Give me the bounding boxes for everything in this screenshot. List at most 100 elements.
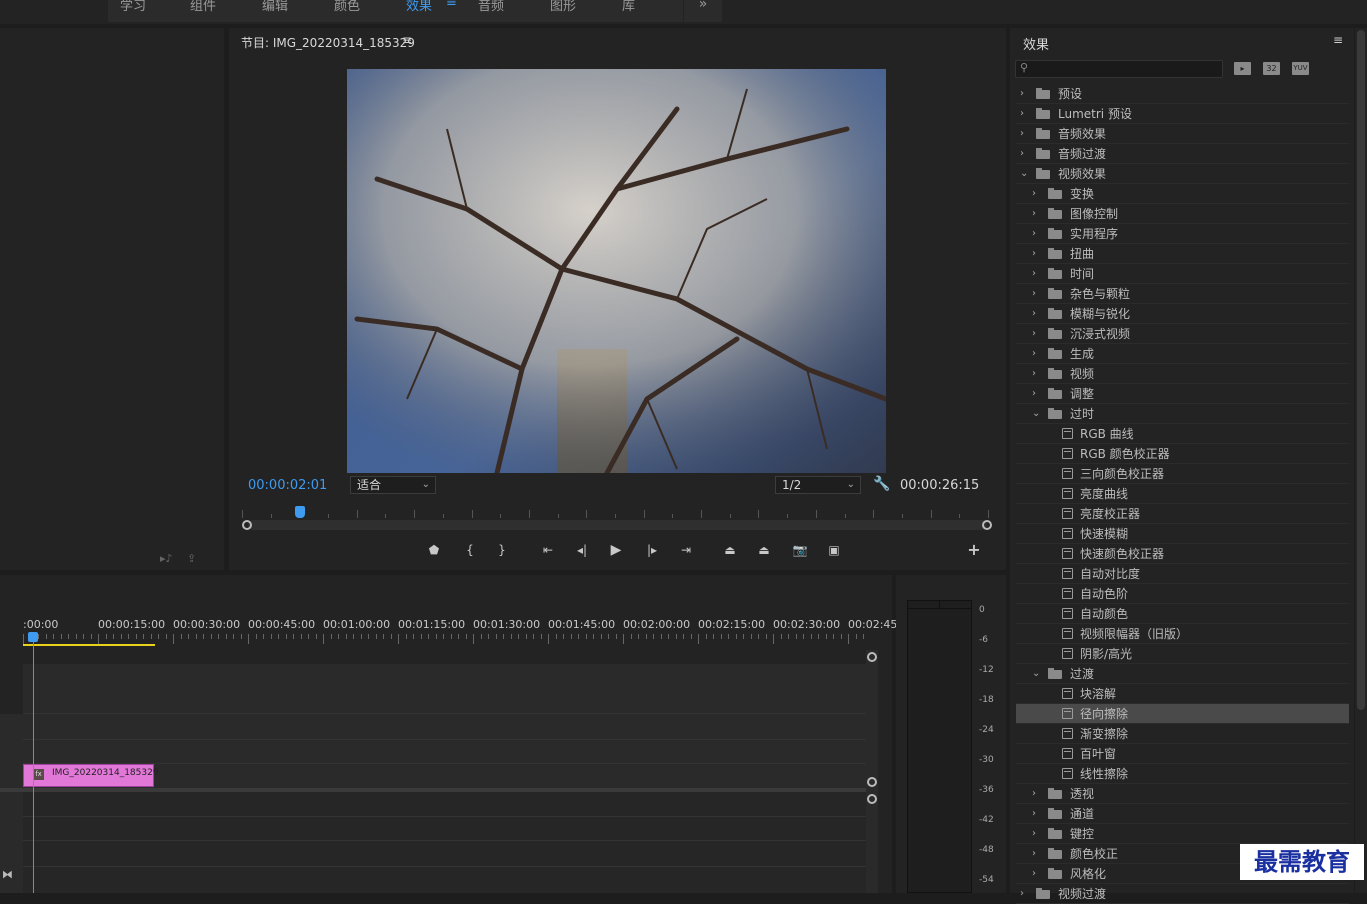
effects-tree-item[interactable]: 块溶解 <box>1016 684 1349 704</box>
mark-in-button[interactable]: { <box>458 540 482 560</box>
chevron-right-icon[interactable]: › <box>1032 244 1036 264</box>
lift-button[interactable]: ⏏ <box>718 540 742 560</box>
effects-panel-title[interactable]: 效果 <box>1023 34 1049 53</box>
effects-tree-item[interactable]: 快速模糊 <box>1016 524 1349 544</box>
effects-tree-item[interactable]: 亮度曲线 <box>1016 484 1349 504</box>
chevron-right-icon[interactable]: › <box>1032 344 1036 364</box>
audio-scroll-handle[interactable] <box>867 794 877 804</box>
monitor-playhead[interactable] <box>294 506 305 518</box>
work-area-bar[interactable] <box>23 644 155 646</box>
chevron-right-icon[interactable]: › <box>1032 864 1036 884</box>
chevron-right-icon[interactable]: › <box>1032 304 1036 324</box>
yuv-effects-icon[interactable]: YUV <box>1292 62 1309 75</box>
effects-scroll-thumb[interactable] <box>1357 30 1365 710</box>
chevron-right-icon[interactable]: › <box>1020 144 1024 164</box>
effects-tree-item[interactable]: 快速颜色校正器 <box>1016 544 1349 564</box>
effects-tree-item[interactable]: 径向擦除 <box>1016 704 1349 724</box>
zoom-toggle-icon[interactable]: ⧓ <box>2 868 13 881</box>
add-marker-button[interactable]: ⬟ <box>422 540 446 560</box>
workspace-tab[interactable]: 图形 <box>550 0 576 14</box>
timeline-scrollbar[interactable] <box>866 650 878 893</box>
export-icon[interactable]: ⇪ <box>187 552 196 565</box>
effects-tree-item[interactable]: 自动色阶 <box>1016 584 1349 604</box>
effects-tree-item[interactable]: › 沉浸式视频 <box>1016 324 1349 344</box>
accelerated-effects-icon[interactable]: ▸ <box>1234 62 1251 75</box>
wrench-icon[interactable]: 🔧 <box>873 476 890 492</box>
workspace-tab[interactable]: 组件 <box>190 0 216 14</box>
in-handle[interactable] <box>242 520 252 530</box>
resolution-select[interactable]: 1/2 ⌄ <box>775 476 861 494</box>
effects-tree-item[interactable]: › 扭曲 <box>1016 244 1349 264</box>
chevron-right-icon[interactable]: › <box>1020 124 1024 144</box>
out-handle[interactable] <box>982 520 992 530</box>
play-button[interactable]: ▶ <box>604 540 628 560</box>
chevron-right-icon[interactable]: › <box>1032 844 1036 864</box>
add-button[interactable]: + <box>962 540 986 560</box>
scrub-bar[interactable] <box>248 520 987 530</box>
chevron-right-icon[interactable]: › <box>1032 784 1036 804</box>
effects-tree-item[interactable]: 百叶窗 <box>1016 744 1349 764</box>
effects-tree-item[interactable]: 亮度校正器 <box>1016 504 1349 524</box>
fit-select[interactable]: 适合 ⌄ <box>350 476 436 494</box>
effects-tree-item[interactable]: › 变换 <box>1016 184 1349 204</box>
chevron-right-icon[interactable]: › <box>1032 804 1036 824</box>
effects-tree-item[interactable]: › 键控 <box>1016 824 1349 844</box>
chevron-right-icon[interactable]: › <box>1032 324 1036 344</box>
workspace-tab[interactable]: 编辑 <box>262 0 288 14</box>
effects-tree-item[interactable]: 线性擦除 <box>1016 764 1349 784</box>
chevron-right-icon[interactable]: › <box>1032 224 1036 244</box>
effects-tree-item[interactable]: › 调整 <box>1016 384 1349 404</box>
chevron-right-icon[interactable]: › <box>1032 824 1036 844</box>
effects-tree-item[interactable]: › 透视 <box>1016 784 1349 804</box>
effects-tree-item[interactable]: › 视频过渡 <box>1016 884 1349 904</box>
effects-tree-item[interactable]: 自动颜色 <box>1016 604 1349 624</box>
effects-tree-item[interactable]: › 图像控制 <box>1016 204 1349 224</box>
effects-tree-item[interactable]: › 模糊与锐化 <box>1016 304 1349 324</box>
comparison-view-button[interactable]: ▣ <box>822 540 846 560</box>
effects-tree-item[interactable]: › 时间 <box>1016 264 1349 284</box>
effects-tree-item[interactable]: › 生成 <box>1016 344 1349 364</box>
chevron-right-icon[interactable]: › <box>1020 104 1024 124</box>
go-to-out-button[interactable]: ⇥ <box>674 540 698 560</box>
current-timecode[interactable]: 00:00:02:01 <box>248 478 327 493</box>
effects-tree-item[interactable]: › 实用程序 <box>1016 224 1349 244</box>
effects-tree-item[interactable]: 自动对比度 <box>1016 564 1349 584</box>
panel-menu-icon[interactable]: ≡ <box>1333 33 1343 47</box>
scroll-handle-bottom[interactable] <box>867 777 877 787</box>
chevron-down-icon[interactable]: ⌄ <box>1032 664 1040 684</box>
chevron-right-icon[interactable]: › <box>1032 184 1036 204</box>
chevron-right-icon[interactable]: › <box>1032 284 1036 304</box>
chevron-right-icon[interactable]: › <box>1020 884 1024 904</box>
chevron-right-icon[interactable]: › <box>1032 384 1036 404</box>
timeline-clip[interactable]: fx IMG_20220314_185329. <box>23 764 161 787</box>
panel-menu-icon[interactable]: ≡ <box>402 33 412 47</box>
workspace-tab[interactable]: 学习 <box>120 0 146 14</box>
effects-tree-item[interactable]: ⌄ 过时 <box>1016 404 1349 424</box>
timeline-playhead[interactable] <box>28 632 38 642</box>
scroll-handle-top[interactable] <box>867 652 877 662</box>
chevron-right-icon[interactable]: › <box>1020 84 1024 104</box>
effects-scrollbar[interactable] <box>1355 28 1367 893</box>
effects-tree-item[interactable]: › 音频过渡 <box>1016 144 1349 164</box>
effects-tree-item[interactable]: › 音频效果 <box>1016 124 1349 144</box>
effects-tree-item[interactable]: ⌄ 视频效果 <box>1016 164 1349 184</box>
effects-tree-item[interactable]: RGB 颜色校正器 <box>1016 444 1349 464</box>
mark-out-button[interactable]: } <box>490 540 514 560</box>
go-to-in-button[interactable]: ⇤ <box>536 540 560 560</box>
step-back-button[interactable]: ◂| <box>570 540 594 560</box>
effects-search-input[interactable]: ⚲ <box>1015 60 1223 78</box>
extract-button[interactable]: ⏏ <box>752 540 776 560</box>
step-forward-button[interactable]: |▸ <box>640 540 664 560</box>
workspace-tab[interactable]: 音频 <box>478 0 504 14</box>
32bit-effects-icon[interactable]: 32 <box>1263 62 1280 75</box>
effects-tree-item[interactable]: 三向颜色校正器 <box>1016 464 1349 484</box>
track-divider[interactable] <box>0 788 868 792</box>
workspace-tab[interactable]: 效果 <box>406 0 432 14</box>
chevron-down-icon[interactable]: ⌄ <box>1020 164 1028 184</box>
workspace-menu-icon[interactable]: ≡ <box>446 0 457 10</box>
effects-tree-item[interactable]: 渐变擦除 <box>1016 724 1349 744</box>
program-monitor-title[interactable]: 节目: IMG_20220314_185329 <box>241 34 415 51</box>
chevron-right-icon[interactable]: › <box>1032 264 1036 284</box>
workspace-tab[interactable]: 库 <box>622 0 635 14</box>
new-item-icon[interactable]: ▸♪ <box>160 552 173 565</box>
